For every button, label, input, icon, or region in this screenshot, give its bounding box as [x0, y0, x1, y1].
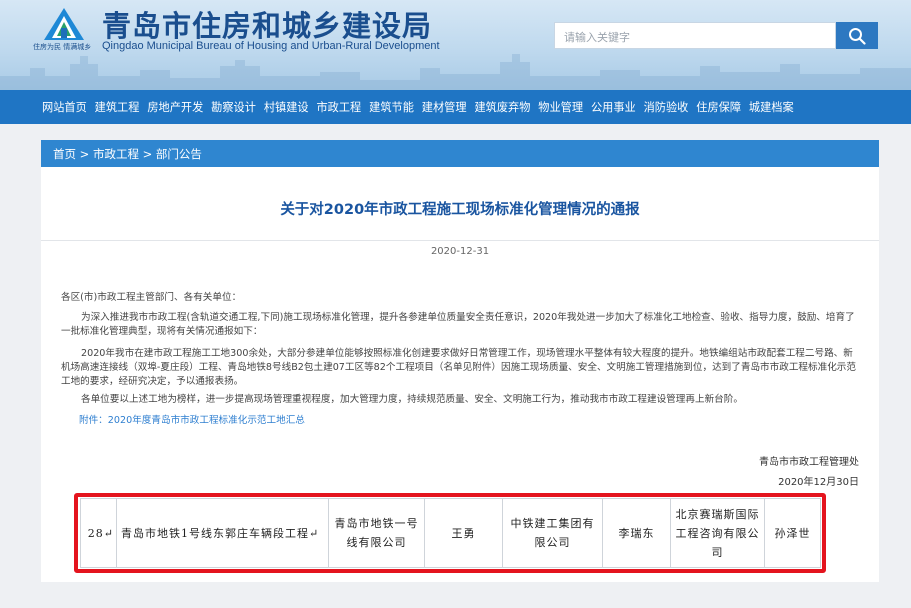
main-nav: 网站首页 建筑工程 房地产开发 勘察设计 村镇建设 市政工程 建筑节能 建材管理 建筑废弃物 物业…: [0, 90, 911, 124]
breadcrumb-department-notice[interactable]: 部门公告: [156, 147, 202, 161]
project-name-cell: 青岛市地铁1号线东郭庄车辆段工程↵: [116, 498, 329, 568]
bureau-logo-icon: [44, 8, 84, 40]
nav-list: 网站首页 建筑工程 房地产开发 勘察设计 村镇建设 市政工程 建筑节能 建材管理 建筑废弃物 物业…: [0, 90, 911, 124]
breadcrumb-home[interactable]: 首页: [53, 147, 76, 161]
owner-contact-cell: 王勇: [424, 498, 503, 568]
search-icon: [849, 28, 866, 45]
contractor-contact-cell: 李瑞东: [602, 498, 671, 568]
breadcrumb: 首页 > 市政工程 > 部门公告: [41, 140, 879, 167]
attachment-link[interactable]: 附件：2020年度青岛市市政工程标准化示范工地汇总: [79, 412, 305, 426]
nav-item[interactable]: 建筑废弃物: [474, 99, 530, 115]
nav-item[interactable]: 建筑节能: [369, 99, 414, 115]
breadcrumb-separator: >: [79, 147, 90, 161]
nav-item[interactable]: 网站首页: [42, 99, 87, 115]
supervisor-contact-cell: 孙泽世: [764, 498, 821, 568]
article-date: 2020-12-31: [430, 246, 490, 257]
article-salutation: 各区(市)市政工程主管部门、各有关单位：: [61, 292, 242, 303]
supervisor-cell: 北京赛瑞斯国际工程咨询有限公司: [670, 498, 765, 568]
site-header: 住房为民 情满城乡 青岛市住房和城乡建设局 Qingdao Municipal …: [0, 0, 911, 90]
nav-item[interactable]: 村镇建设: [264, 99, 309, 115]
project-table: 28↵ 青岛市地铁1号线东郭庄车辆段工程↵ 青岛市地铁一号线有限公司 王勇 中铁…: [80, 498, 821, 568]
article-paragraph: 为深入推进我市市政工程(含轨道交通工程,下同)施工现场标准化管理，提升各参建单位…: [61, 312, 855, 337]
logo-slogan: 住房为民 情满城乡: [33, 43, 92, 51]
nav-item[interactable]: 勘察设计: [211, 99, 256, 115]
nav-item[interactable]: 房地产开发: [147, 99, 203, 115]
nav-item[interactable]: 消防验收: [644, 99, 689, 115]
nav-item[interactable]: 城建档案: [749, 99, 794, 115]
city-skyline-image: [0, 54, 911, 90]
signature-date: 2020年12月30日: [778, 477, 859, 488]
search-button[interactable]: [836, 22, 878, 49]
owner-unit-cell: 青岛市地铁一号线有限公司: [328, 498, 425, 568]
title-divider: [41, 240, 879, 241]
article-paragraph: 2020年我市在建市政工程施工工地300余处，大部分参建单位能够按照标准化创建要…: [61, 348, 856, 387]
search-input[interactable]: 请输入关键字: [554, 22, 836, 49]
article-title: 关于对2020年市政工程施工现场标准化管理情况的通报: [280, 202, 640, 218]
nav-item[interactable]: 公用事业: [591, 99, 636, 115]
breadcrumb-separator: >: [142, 147, 153, 161]
nav-item[interactable]: 市政工程: [316, 99, 361, 115]
article-paragraph: 各单位要以上述工地为榜样，进一步提高现场管理重视程度，加大管理力度，持续规范质量…: [81, 394, 743, 405]
row-number: 28↵: [80, 498, 117, 568]
nav-item[interactable]: 住房保障: [696, 99, 741, 115]
nav-item[interactable]: 建材管理: [422, 99, 467, 115]
table-row: 28↵ 青岛市地铁1号线东郭庄车辆段工程↵ 青岛市地铁一号线有限公司 王勇 中铁…: [80, 498, 821, 568]
signature: 青岛市市政工程管理处: [759, 457, 859, 468]
nav-item[interactable]: 建筑工程: [95, 99, 140, 115]
contractor-cell: 中铁建工集团有限公司: [502, 498, 603, 568]
breadcrumb-municipal-engineering[interactable]: 市政工程: [93, 147, 139, 161]
site-subtitle: Qingdao Municipal Bureau of Housing and …: [102, 40, 440, 52]
nav-item[interactable]: 物业管理: [538, 99, 583, 115]
site-title[interactable]: 青岛市住房和城乡建设局: [102, 3, 432, 45]
